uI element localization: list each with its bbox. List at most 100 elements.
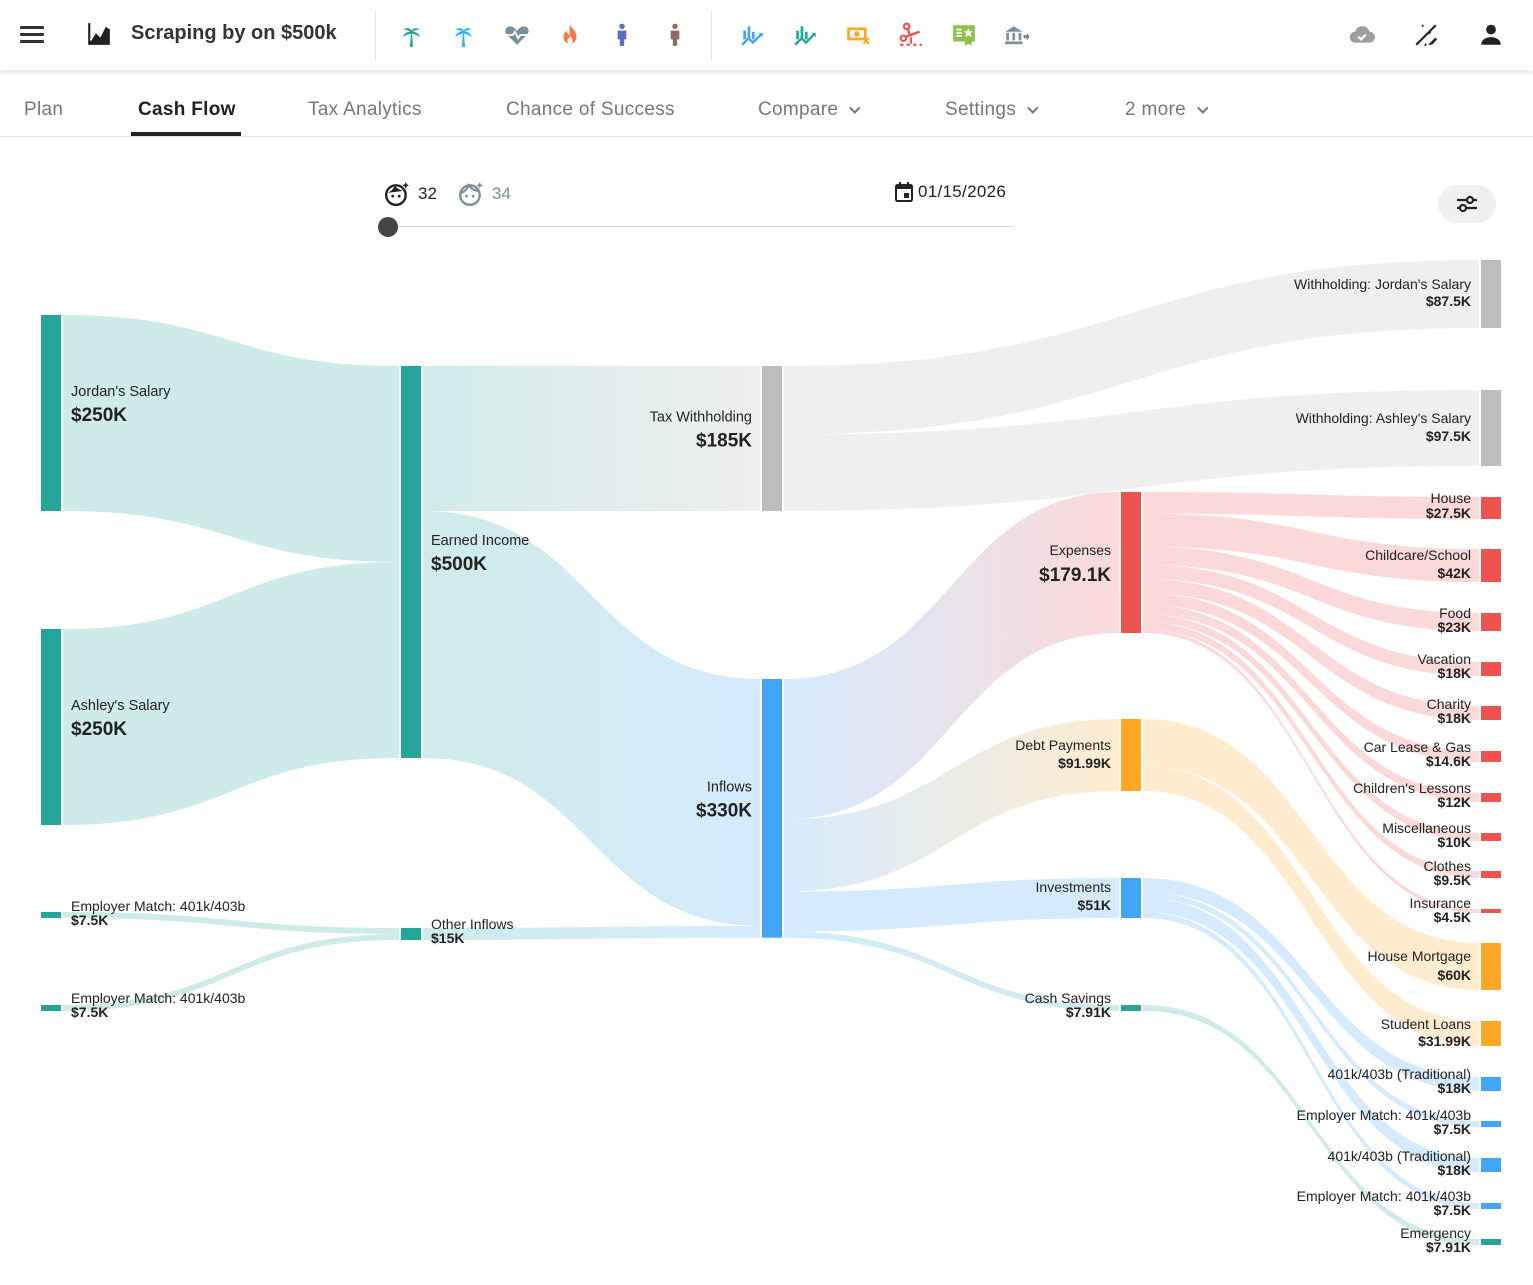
node-insurance[interactable] bbox=[1481, 909, 1501, 913]
node-house[interactable] bbox=[1481, 497, 1501, 519]
node-wjordan[interactable] bbox=[1481, 260, 1501, 328]
node-value-clothes: $9.5K bbox=[1434, 872, 1471, 888]
scissors-cut-icon[interactable] bbox=[896, 20, 926, 50]
node-value-insurance: $4.5K bbox=[1434, 909, 1471, 925]
fire-icon[interactable] bbox=[555, 20, 585, 50]
node-value-food: $23K bbox=[1438, 619, 1471, 635]
node-value-earned: $500K bbox=[431, 554, 487, 575]
heart-pulse-icon[interactable] bbox=[502, 20, 532, 50]
node-value-em2: $7.5K bbox=[1434, 1202, 1471, 1218]
node-label-mortgage: House Mortgage bbox=[1367, 948, 1471, 964]
person-blue-icon[interactable] bbox=[607, 20, 637, 50]
node-label-childcare: Childcare/School bbox=[1365, 547, 1471, 563]
node-label-taxw: Tax Withholding bbox=[650, 410, 752, 426]
node-value-charity: $18K bbox=[1438, 710, 1471, 726]
theme-toggle-icon[interactable] bbox=[1411, 20, 1441, 50]
node-invest[interactable] bbox=[1121, 878, 1141, 918]
node-food[interactable] bbox=[1481, 613, 1501, 631]
node-label-wjordan: Withholding: Jordan's Salary bbox=[1294, 276, 1471, 292]
palm-tree-blue-icon[interactable] bbox=[449, 20, 479, 50]
person-brown-icon[interactable] bbox=[660, 20, 690, 50]
node-misc[interactable] bbox=[1481, 833, 1501, 841]
account-icon[interactable] bbox=[1476, 20, 1506, 50]
node-value-trad2: $18K bbox=[1438, 1162, 1471, 1178]
node-value-mortgage: $60K bbox=[1438, 967, 1471, 983]
app-title: Scraping by on $500k bbox=[131, 22, 337, 44]
node-value-expenses: $179.1K bbox=[1039, 565, 1111, 586]
divider bbox=[711, 10, 712, 60]
node-label-expenses: Expenses bbox=[1050, 542, 1111, 558]
cash-flow-sankey-chart: Jordan's Salary $250K Ashley's Salary $250K… bbox=[41, 260, 1501, 1255]
node-washley[interactable] bbox=[1481, 390, 1501, 466]
node-value-car: $14.6K bbox=[1426, 753, 1471, 769]
node-value-childcare: $42K bbox=[1438, 565, 1471, 581]
node-emergency[interactable] bbox=[1481, 1239, 1501, 1245]
node-value-house: $27.5K bbox=[1426, 505, 1471, 521]
link-ashley-to-earned[interactable] bbox=[63, 562, 399, 825]
node-jordan[interactable] bbox=[41, 315, 61, 511]
node-charity[interactable] bbox=[1481, 706, 1501, 720]
node-label-jordan: Jordan's Salary bbox=[71, 384, 171, 400]
node-childcare[interactable] bbox=[1481, 549, 1501, 582]
node-em1[interactable] bbox=[1481, 1121, 1501, 1127]
node-value-debt: $91.99K bbox=[1058, 755, 1111, 771]
divider bbox=[375, 10, 376, 60]
chart-growth-teal-icon[interactable] bbox=[791, 20, 821, 50]
node-student[interactable] bbox=[1481, 1021, 1501, 1046]
node-value-trad1: $18K bbox=[1438, 1080, 1471, 1096]
node-expenses[interactable] bbox=[1121, 492, 1141, 633]
node-lessons[interactable] bbox=[1481, 793, 1501, 802]
node-label-earned: Earned Income bbox=[431, 533, 529, 549]
chart-growth-blue-icon[interactable] bbox=[738, 20, 768, 50]
node-value-other: $15K bbox=[431, 930, 464, 946]
node-taxw[interactable] bbox=[762, 366, 782, 512]
bank-transfer-icon[interactable] bbox=[1001, 20, 1031, 50]
node-value-washley: $97.5K bbox=[1426, 428, 1471, 444]
node-value-taxw: $185K bbox=[696, 431, 752, 452]
palm-tree-teal-icon[interactable] bbox=[397, 20, 427, 50]
node-debt[interactable] bbox=[1121, 719, 1141, 791]
node-match2[interactable] bbox=[41, 1005, 61, 1011]
node-earned[interactable] bbox=[401, 366, 421, 758]
node-value-vacation: $18K bbox=[1438, 665, 1471, 681]
node-value-match2: $7.5K bbox=[71, 1004, 108, 1020]
node-trad2[interactable] bbox=[1481, 1158, 1501, 1172]
node-inflows[interactable] bbox=[762, 679, 782, 938]
node-value-student: $31.99K bbox=[1418, 1033, 1471, 1049]
node-label-house: House bbox=[1431, 490, 1472, 506]
node-value-misc: $10K bbox=[1438, 834, 1471, 850]
link-jordan-to-earned[interactable] bbox=[63, 315, 399, 562]
link-match1-to-other[interactable] bbox=[63, 912, 399, 934]
node-value-lessons: $12K bbox=[1438, 794, 1471, 810]
menu-icon[interactable] bbox=[18, 22, 46, 48]
node-vacation[interactable] bbox=[1481, 662, 1501, 676]
node-value-inflows: $330K bbox=[696, 800, 752, 821]
node-value-jordan: $250K bbox=[71, 405, 127, 426]
node-other[interactable] bbox=[401, 928, 421, 940]
node-value-invest: $51K bbox=[1078, 897, 1111, 913]
node-value-match1: $7.5K bbox=[71, 912, 108, 928]
node-value-em1: $7.5K bbox=[1434, 1121, 1471, 1137]
node-value-cash: $7.91K bbox=[1066, 1004, 1111, 1020]
node-em2[interactable] bbox=[1481, 1203, 1501, 1209]
node-cash[interactable] bbox=[1121, 1005, 1141, 1011]
app-bar: Scraping by on $500k bbox=[0, 0, 1533, 70]
node-value-ashley: $250K bbox=[71, 719, 127, 740]
node-trad1[interactable] bbox=[1481, 1077, 1501, 1091]
node-ashley[interactable] bbox=[41, 629, 61, 825]
certificate-icon[interactable] bbox=[949, 20, 979, 50]
node-car[interactable] bbox=[1481, 751, 1501, 762]
node-value-wjordan: $87.5K bbox=[1426, 293, 1471, 309]
node-mortgage[interactable] bbox=[1481, 943, 1501, 990]
cloud-check-icon[interactable] bbox=[1347, 20, 1377, 50]
cash-off-icon[interactable] bbox=[843, 20, 873, 50]
chart-logo-icon bbox=[88, 23, 111, 45]
node-label-washley: Withholding: Ashley's Salary bbox=[1296, 410, 1471, 426]
node-label-debt: Debt Payments bbox=[1015, 737, 1111, 753]
node-clothes[interactable] bbox=[1481, 871, 1501, 878]
node-label-inflows: Inflows bbox=[707, 779, 752, 795]
node-match1[interactable] bbox=[41, 912, 61, 918]
node-label-student: Student Loans bbox=[1381, 1016, 1471, 1032]
node-label-invest: Investments bbox=[1036, 879, 1111, 895]
node-value-emergency: $7.91K bbox=[1426, 1239, 1471, 1255]
